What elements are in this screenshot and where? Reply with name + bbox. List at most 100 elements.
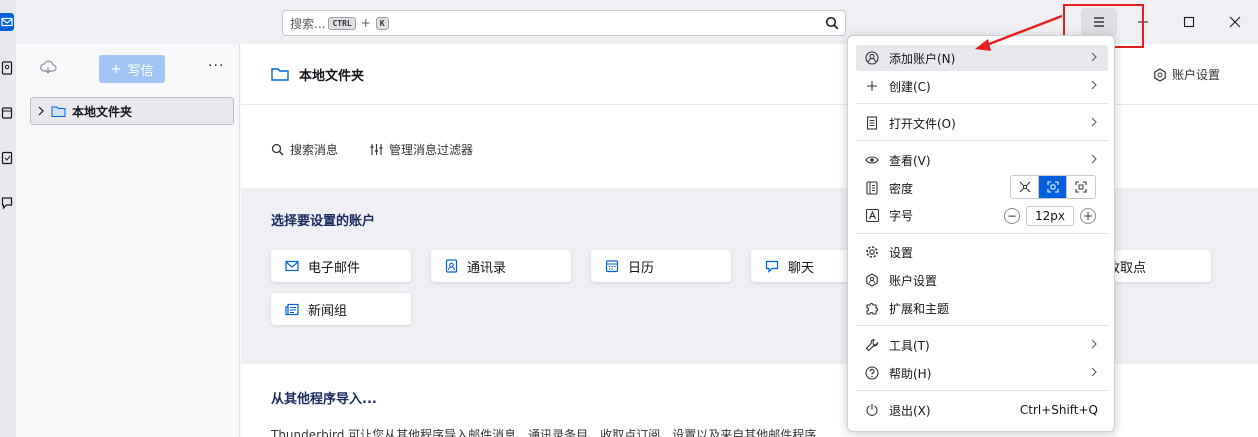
account-settings-label: 账户设置	[1171, 68, 1220, 82]
account-settings-link[interactable]: 账户设置	[1153, 66, 1220, 83]
folder-pane-more-button[interactable]: ···	[208, 58, 224, 74]
density-selector	[1010, 175, 1096, 199]
font-size-control: − 12px +	[1004, 206, 1096, 226]
chevron-right-icon	[1091, 80, 1097, 90]
search-input[interactable]: 搜索... CTRL + K	[282, 10, 846, 36]
menu-separator	[856, 233, 1108, 234]
menu-account-settings[interactable]: 账户设置	[856, 267, 1108, 293]
addressbook-icon	[445, 259, 458, 273]
gear-icon	[1154, 67, 1166, 82]
setup-chat-label: 聊天	[788, 260, 815, 276]
ctrl-key-hint: CTRL	[328, 16, 356, 30]
menu-separator	[856, 140, 1108, 141]
density-touch-button[interactable]	[1067, 176, 1095, 198]
setup-newsgroup-button[interactable]: 新闻组	[271, 293, 411, 325]
menu-create-label: 创建(C)	[889, 79, 931, 94]
spaces-tasks-button[interactable]	[0, 149, 14, 167]
chevron-right-icon	[1091, 52, 1097, 62]
tasks-icon	[1, 151, 13, 165]
account-add-icon	[865, 51, 879, 65]
folder-local-folders[interactable]: 本地文件夹	[30, 97, 234, 125]
setup-addressbook-button[interactable]: 通讯录	[431, 250, 571, 282]
close-button[interactable]	[1217, 8, 1253, 36]
plus-icon	[865, 79, 879, 93]
menu-font-size: 字号 − 12px +	[856, 202, 1108, 228]
menu-tools[interactable]: 工具(T)	[856, 332, 1108, 358]
filter-icon	[370, 144, 383, 155]
menu-add-account[interactable]: 添加账户(N)	[856, 45, 1108, 71]
menu-addons[interactable]: 扩展和主题	[856, 295, 1108, 321]
menu-separator	[856, 390, 1108, 391]
folder-icon	[271, 68, 289, 81]
spaces-chat-button[interactable]	[0, 194, 14, 212]
setup-calendar-label: 日历	[628, 260, 655, 276]
setup-email-button[interactable]: 电子邮件	[271, 250, 411, 282]
calendar-icon	[1, 107, 13, 119]
spaces-mail-button[interactable]	[0, 13, 14, 31]
menu-view-label: 查看(V)	[889, 153, 931, 168]
menu-account-settings-label: 账户设置	[889, 273, 938, 288]
menu-help-label: 帮助(H)	[889, 366, 932, 381]
font-decrease-button[interactable]: −	[1004, 208, 1020, 224]
spaces-calendar-button[interactable]	[0, 104, 14, 122]
menu-density-label: 密度	[889, 181, 914, 196]
folder-label: 本地文件夹	[72, 104, 133, 119]
touch-icon	[1075, 181, 1087, 193]
menu-add-account-label: 添加账户(N)	[889, 51, 956, 66]
density-icon	[865, 181, 879, 195]
write-button[interactable]: + 写信	[99, 55, 165, 83]
chevron-right-icon	[1091, 154, 1097, 164]
cloud-icon[interactable]	[39, 60, 57, 74]
puzzle-icon	[865, 301, 879, 315]
quit-shortcut: Ctrl+Shift+Q	[1019, 403, 1098, 417]
menu-settings[interactable]: 设置	[856, 239, 1108, 265]
menu-create[interactable]: 创建(C)	[856, 73, 1108, 99]
menu-addons-label: 扩展和主题	[889, 301, 950, 316]
font-increase-button[interactable]: +	[1080, 208, 1096, 224]
density-normal-button[interactable]	[1039, 176, 1067, 198]
manage-filters-label: 管理消息过滤器	[389, 143, 474, 157]
calendar-icon	[605, 260, 619, 273]
setup-newsgroup-label: 新闻组	[308, 303, 348, 319]
close-icon	[1229, 16, 1241, 28]
menu-view[interactable]: 查看(V)	[856, 147, 1108, 173]
menu-quit-label: 退出(X)	[889, 403, 931, 418]
maximize-icon	[1183, 16, 1195, 28]
menu-settings-label: 设置	[889, 245, 914, 260]
normal-icon	[1046, 181, 1059, 193]
menu-help[interactable]: 帮助(H)	[856, 360, 1108, 386]
compact-icon	[1019, 181, 1030, 193]
search-icon[interactable]	[825, 16, 839, 30]
menu-quit[interactable]: 退出(X) Ctrl+Shift+Q	[856, 397, 1108, 423]
maximize-button[interactable]	[1171, 8, 1207, 36]
spaces-toolbar	[0, 0, 16, 437]
spaces-addressbook-button[interactable]	[0, 59, 14, 77]
search-messages-link[interactable]: 搜索消息	[271, 141, 338, 158]
manage-filters-link[interactable]: 管理消息过滤器	[370, 141, 473, 158]
setup-email-label: 电子邮件	[308, 260, 361, 276]
search-messages-label: 搜索消息	[290, 143, 339, 157]
mail-icon	[1, 17, 13, 27]
wrench-icon	[865, 338, 879, 352]
menu-open-file[interactable]: 打开文件(O)	[856, 110, 1108, 136]
import-description: Thunderbird 可让您从其他程序导入邮件消息、通讯录条目、收取点订阅、设…	[271, 428, 817, 437]
key-plus: +	[360, 16, 371, 30]
folder-icon	[51, 106, 66, 117]
setup-calendar-button[interactable]: 日历	[591, 250, 731, 282]
menu-tools-label: 工具(T)	[889, 338, 930, 353]
help-icon	[865, 366, 879, 380]
search-icon	[271, 143, 284, 156]
mail-icon	[285, 260, 299, 272]
addressbook-icon	[1, 61, 13, 75]
k-key-hint: K	[375, 16, 389, 30]
import-heading: 从其他程序导入...	[271, 392, 377, 407]
font-size-value[interactable]: 12px	[1026, 206, 1074, 226]
menu-font-size-label: 字号	[889, 208, 914, 223]
density-compact-button[interactable]	[1011, 176, 1039, 198]
chevron-right-icon[interactable]	[37, 106, 45, 116]
gear-icon	[865, 245, 879, 259]
font-icon	[865, 208, 879, 222]
menu-separator	[856, 325, 1108, 326]
power-icon	[865, 403, 879, 417]
app-menu-panel: 添加账户(N) 创建(C) 打开文件(O) 查看(V) 密度 字号 − 12px…	[847, 35, 1115, 432]
